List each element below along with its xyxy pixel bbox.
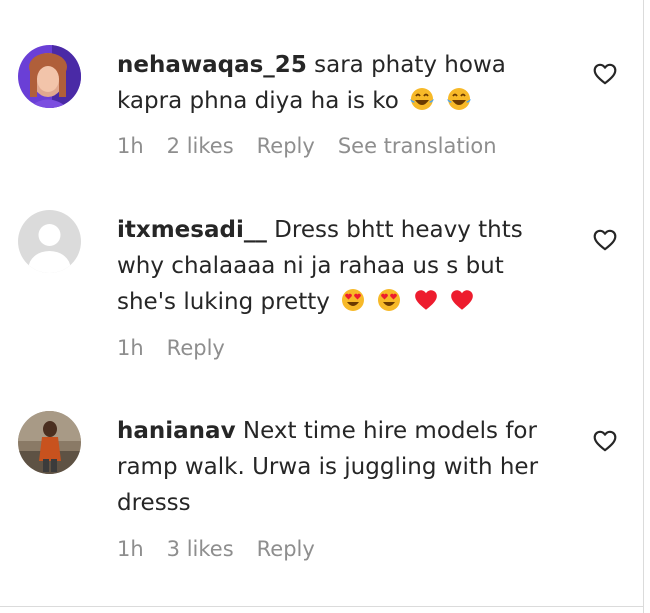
comment-time[interactable]: 1h	[117, 134, 144, 158]
comment-text: nehawaqas_25 sara phaty howa kapra phna …	[117, 47, 567, 119]
heart-eyes-icon	[378, 289, 401, 311]
see-translation-button[interactable]: See translation	[338, 134, 497, 158]
likes-count[interactable]: 3 likes	[167, 537, 234, 561]
comment-meta: 1h 2 likes Reply See translation	[117, 134, 497, 158]
like-heart-icon[interactable]	[592, 61, 618, 87]
red-heart-icon	[414, 290, 437, 310]
comment-time[interactable]: 1h	[117, 336, 144, 360]
avatar-photo	[18, 45, 81, 108]
panel-bottom-border	[0, 606, 643, 607]
comment-time[interactable]: 1h	[117, 537, 144, 561]
like-heart-icon[interactable]	[592, 227, 618, 253]
comment-text: hanianav Next time hire models for ramp …	[117, 413, 567, 521]
reply-button[interactable]: Reply	[257, 134, 315, 158]
comment-username[interactable]: itxmesadi__	[117, 217, 267, 243]
comment-username[interactable]: hanianav	[117, 418, 236, 444]
like-heart-icon[interactable]	[592, 428, 618, 454]
avatar[interactable]	[18, 210, 81, 273]
red-heart-icon	[451, 290, 473, 310]
reply-button[interactable]: Reply	[167, 336, 225, 360]
comment-meta: 1h 3 likes Reply	[117, 537, 315, 561]
reply-button[interactable]: Reply	[257, 537, 315, 561]
panel-right-border	[643, 0, 644, 613]
avatar[interactable]	[18, 45, 81, 108]
comment-text: itxmesadi__ Dress bhtt heavy thts why ch…	[117, 212, 567, 320]
tears-of-joy-icon	[410, 88, 435, 110]
likes-count[interactable]: 2 likes	[167, 134, 234, 158]
tears-of-joy-icon	[446, 88, 471, 110]
avatar[interactable]	[18, 411, 81, 474]
avatar-photo	[18, 411, 81, 474]
heart-eyes-icon	[342, 289, 365, 311]
comment-meta: 1h Reply	[117, 336, 225, 360]
default-avatar-icon	[18, 210, 81, 273]
comment-username[interactable]: nehawaqas_25	[117, 52, 307, 78]
